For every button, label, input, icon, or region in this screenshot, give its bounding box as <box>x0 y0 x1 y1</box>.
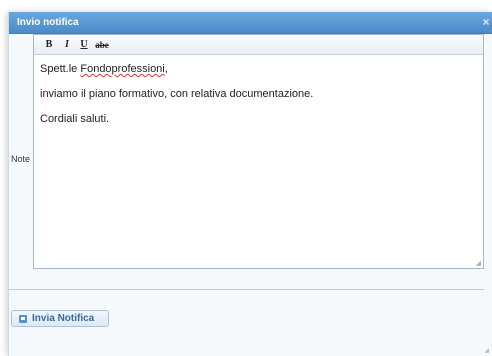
send-notification-button[interactable]: Invia Notifica <box>11 310 109 327</box>
italic-button[interactable]: I <box>60 38 74 52</box>
note-editor[interactable]: B I U abe Spett.le Fondoprofessioni, inv… <box>33 34 484 269</box>
footer-divider <box>8 289 484 290</box>
editor-toolbar: B I U abe <box>34 35 483 55</box>
strikethrough-button[interactable]: abe <box>93 38 111 52</box>
dialog-title: Invio notifica <box>17 17 79 28</box>
send-notification-label: Invia Notifica <box>32 313 95 324</box>
bold-button[interactable]: B <box>42 38 56 52</box>
save-icon <box>19 315 27 323</box>
editor-line-body: inviamo il piano formativo, con relativa… <box>40 88 314 100</box>
dialog-titlebar[interactable]: Invio notifica × <box>9 12 492 34</box>
dialog-resize-icon[interactable]: ◢ <box>484 347 489 354</box>
editor-line-greeting: Spett.le Fondoprofessioni, <box>40 63 168 75</box>
close-icon[interactable]: × <box>480 15 492 29</box>
recipient-name: Fondoprofessioni <box>80 63 165 75</box>
greeting-suffix: , <box>164 63 168 75</box>
underline-button[interactable]: U <box>77 38 91 52</box>
greeting-prefix: Spett.le <box>40 63 81 75</box>
resize-handle-icon[interactable]: ◢ <box>476 259 481 267</box>
editor-line-closing: Cordiali saluti. <box>40 113 110 125</box>
note-label: Note <box>11 154 31 164</box>
